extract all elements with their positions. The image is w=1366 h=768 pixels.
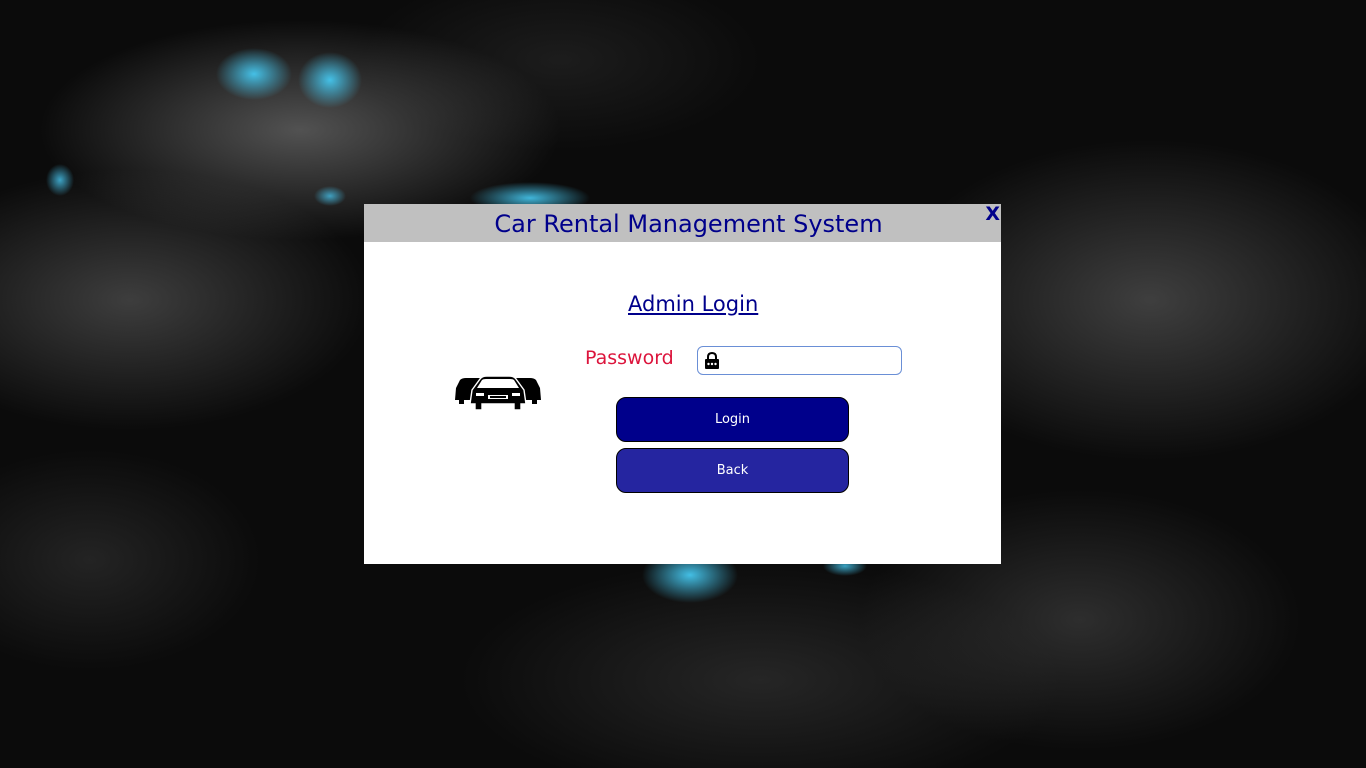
cars-icon bbox=[455, 375, 541, 411]
close-button[interactable]: X bbox=[985, 204, 1000, 224]
login-dialog: Car Rental Management System X Admin Log… bbox=[364, 204, 1001, 564]
page-heading: Admin Login bbox=[628, 292, 759, 316]
lock-icon bbox=[705, 352, 719, 369]
login-button[interactable]: Login bbox=[616, 397, 849, 442]
password-input[interactable] bbox=[726, 349, 896, 372]
window-title: Car Rental Management System bbox=[494, 210, 883, 238]
title-bar: Car Rental Management System X bbox=[364, 204, 1001, 242]
password-label: Password bbox=[585, 347, 674, 369]
password-field[interactable] bbox=[697, 346, 902, 375]
back-button[interactable]: Back bbox=[616, 448, 849, 493]
